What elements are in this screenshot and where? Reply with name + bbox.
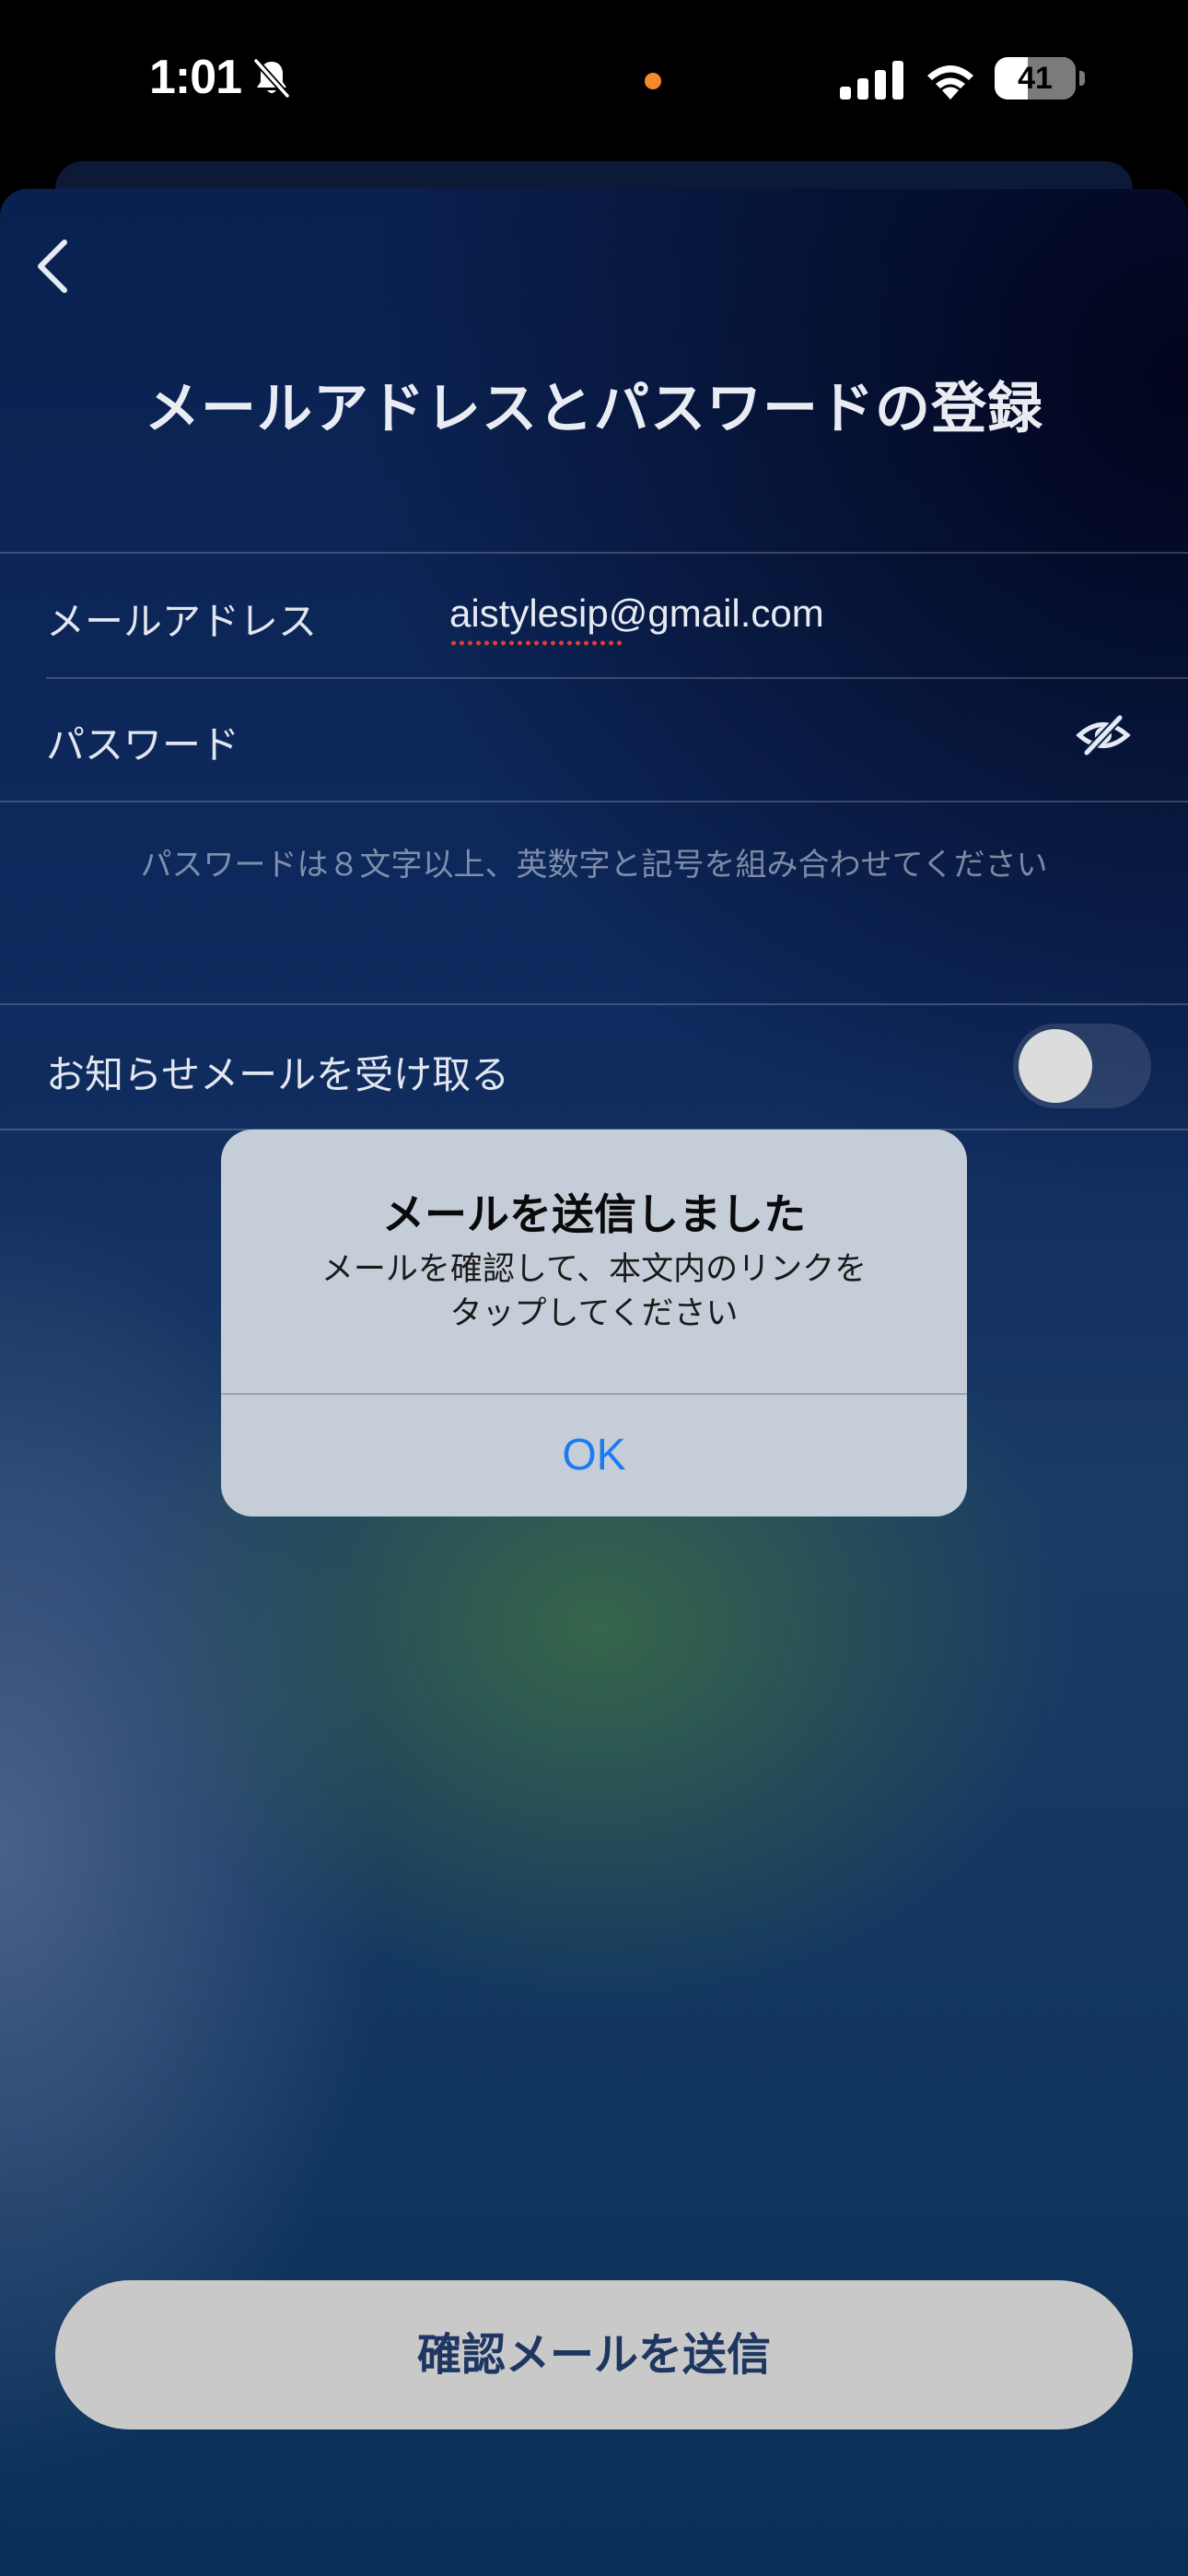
eye-slash-icon[interactable] [1076,712,1131,758]
toggle-knob [1019,1029,1092,1103]
status-bar: 1:01 41 [0,0,1188,161]
battery-level: 41 [1018,61,1053,96]
privacy-indicator-dot [645,73,661,89]
newsletter-label: お知らせメールを受け取る [46,1052,510,1097]
wifi-icon [927,65,973,100]
divider [0,552,1188,554]
alert-dialog: メールを送信しました メールを確認して、本文内のリンクを タップしてください O… [221,1130,967,1516]
password-hint: パスワードは８文字以上、英数字と記号を組み合わせてください [140,847,1048,884]
password-label: パスワード [46,722,240,767]
email-field[interactable]: aistylesip@gmail.com [449,591,824,636]
password-field[interactable] [449,694,1057,777]
email-label: メールアドレス [46,599,318,644]
battery-icon: 41 [995,57,1085,100]
alert-title: メールを送信しました [382,1189,806,1239]
newsletter-toggle[interactable] [1013,1024,1151,1108]
spellcheck-underline [449,640,624,646]
divider [46,677,1188,679]
status-time: 1:01 [149,51,242,104]
alert-ok-button[interactable]: OK [221,1395,967,1516]
bell-slash-icon [253,58,290,99]
send-confirmation-email-button[interactable]: 確認メールを送信 [55,2280,1133,2430]
divider [0,801,1188,802]
page-title: メールアドレスとパスワードの登録 [145,377,1043,441]
alert-message: メールを確認して、本文内のリンクを タップしてください [320,1251,868,1332]
chevron-left-icon[interactable] [33,237,74,296]
divider [0,1003,1188,1005]
signal-icon [840,61,903,100]
